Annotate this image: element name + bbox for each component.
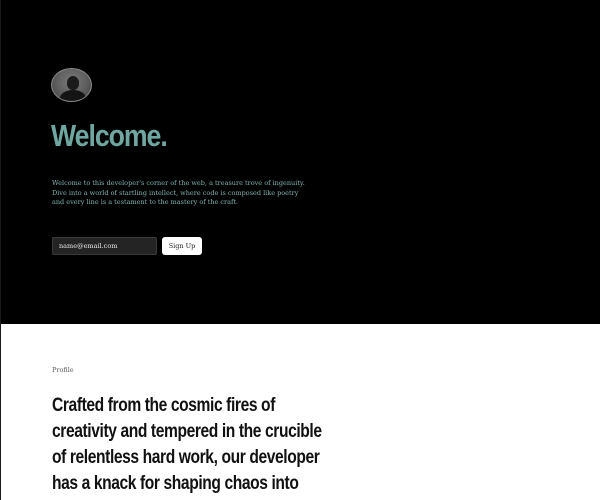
avatar-head — [67, 76, 79, 90]
avatar-body — [60, 90, 86, 101]
signup-button[interactable]: Sign Up — [162, 237, 202, 255]
profile-heading: Crafted from the cosmic fires of creativ… — [52, 394, 322, 500]
signup-form: Sign Up — [52, 237, 212, 255]
email-input[interactable] — [52, 237, 157, 255]
hero-section: Welcome. Welcome to this developer's cor… — [0, 0, 600, 324]
welcome-title: Welcome. — [51, 118, 168, 153]
avatar — [51, 68, 92, 102]
profile-label: Profile — [52, 366, 74, 374]
page: Welcome. Welcome to this developer's cor… — [0, 0, 600, 500]
welcome-intro: Welcome to this developer's corner of th… — [52, 179, 305, 206]
left-edge-line — [0, 0, 1, 500]
